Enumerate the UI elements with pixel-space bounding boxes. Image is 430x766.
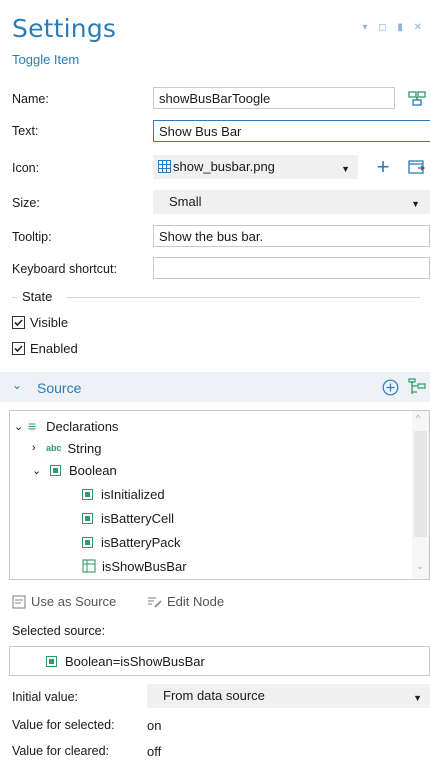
edit-node-label: Edit Node [167,594,225,609]
selected-source-field: Boolean=isShowBusBar [9,646,430,676]
boolean-icon [82,536,93,548]
tree-node-label: String [67,440,102,456]
window-controls[interactable]: ▾ ◻ ▮ ✕ [362,22,426,33]
tooltip-label: Tooltip: [12,230,52,244]
size-dropdown[interactable]: Small ▼ [153,190,430,214]
chevron-down-icon: ▼ [411,199,420,209]
boolean-icon [46,655,57,667]
initial-value-dropdown-value: From data source [163,688,265,703]
chevron-down-icon: ▼ [341,164,350,174]
source-section-header[interactable]: ⌄ Source [0,372,430,402]
value-for-selected-label: Value for selected: [12,718,115,732]
state-legend: State [22,289,53,304]
tree-node-label: isShowBusBar [102,558,187,574]
tree-node-label: isBatteryPack [101,534,181,550]
tree-node-declarations[interactable]: ⌄ ≡ Declarations [14,415,118,437]
selected-source-label: Selected source: [12,624,106,638]
visible-label: Visible [30,315,69,330]
value-for-cleared-value: off [147,744,162,759]
chevron-down-icon: ⌄ [14,420,24,433]
image-grid-icon [158,160,171,173]
enabled-checkbox[interactable] [12,342,25,355]
text-label: Text: [12,124,39,138]
tree-node-label: Declarations [46,418,119,434]
size-label: Size: [12,196,40,210]
keyboard-shortcut-label: Keyboard shortcut: [12,262,117,276]
chevron-down-icon: ⌄ [12,378,23,392]
add-circle-icon[interactable] [382,379,399,396]
tree-node-string[interactable]: › abc String [32,437,101,459]
checkmark-icon [14,345,23,353]
tooltip-input[interactable]: Show the bus bar. [153,225,430,247]
size-dropdown-value: Small [169,194,202,209]
initial-value-label: Initial value: [12,690,79,704]
keyboard-shortcut-input[interactable] [153,257,430,279]
checkmark-icon [14,319,23,327]
plus-icon: + [376,154,390,179]
selected-source-value: Boolean=isShowBusBar [65,653,205,669]
source-section-title: Source [37,380,82,396]
name-settings-button[interactable] [404,87,430,109]
value-for-selected-value: on [147,718,162,733]
tree-node-boolean[interactable]: ⌄ Boolean [32,459,117,481]
icon-label: Icon: [12,161,40,175]
tree-node-isinitialized[interactable]: isInitialized [82,483,165,505]
value-for-cleared-label: Value for cleared: [12,744,110,758]
browse-icon [408,160,426,174]
boolean-icon [82,512,93,524]
chevron-down-icon: ⌄ [32,464,42,477]
use-as-source-icon [12,594,26,609]
name-label: Name: [12,92,49,106]
state-divider-left [12,297,18,298]
state-divider-right [66,297,420,298]
edit-node-button[interactable]: Edit Node [147,594,224,609]
panel-subtitle: Toggle Item [12,52,80,67]
declarations-icon: ≡ [28,418,37,434]
tree-node-isbatterypack[interactable]: isBatteryPack [82,531,180,553]
enabled-label: Enabled [30,341,78,356]
use-as-source-button[interactable]: Use as Source [12,594,116,609]
tree-node-isshowbusbar[interactable]: isShowBusBar [82,555,187,577]
edit-node-icon [148,596,162,608]
tree-node-isbatterycell[interactable]: isBatteryCell [82,507,174,529]
tree-node-label: Boolean [69,462,117,478]
icon-dropdown-value: show_busbar.png [173,159,275,174]
name-input[interactable]: showBusBarToogle [153,87,395,109]
browse-icon-button[interactable] [404,156,430,178]
scroll-thumb[interactable] [414,431,427,537]
variable-icon [82,559,96,573]
chevron-right-icon: › [32,442,36,454]
tree-filter-icon[interactable] [407,378,427,397]
tree-node-label: isInitialized [101,486,165,502]
icon-dropdown[interactable]: show_busbar.png ▼ [153,155,358,179]
panel-title: Settings [12,14,117,43]
text-input[interactable]: Show Bus Bar [153,120,430,142]
source-tree[interactable]: ⌄ ≡ Declarations › abc String ⌄ Boolean … [9,410,430,580]
add-icon-button[interactable]: + [370,156,396,178]
boolean-icon [50,464,61,476]
scroll-up-icon[interactable]: ^ [416,413,420,423]
chevron-down-icon: ▼ [413,693,422,703]
abc-icon: abc [46,443,62,453]
node-tree-icon [408,91,426,106]
initial-value-dropdown[interactable]: From data source ▼ [147,684,430,708]
tree-scrollbar[interactable]: ^ ⌄ [412,411,429,579]
boolean-icon [82,488,93,500]
use-as-source-label: Use as Source [31,594,117,609]
tree-node-label: isBatteryCell [101,510,174,526]
scroll-down-icon[interactable]: ⌄ [416,561,424,572]
visible-checkbox[interactable] [12,316,25,329]
